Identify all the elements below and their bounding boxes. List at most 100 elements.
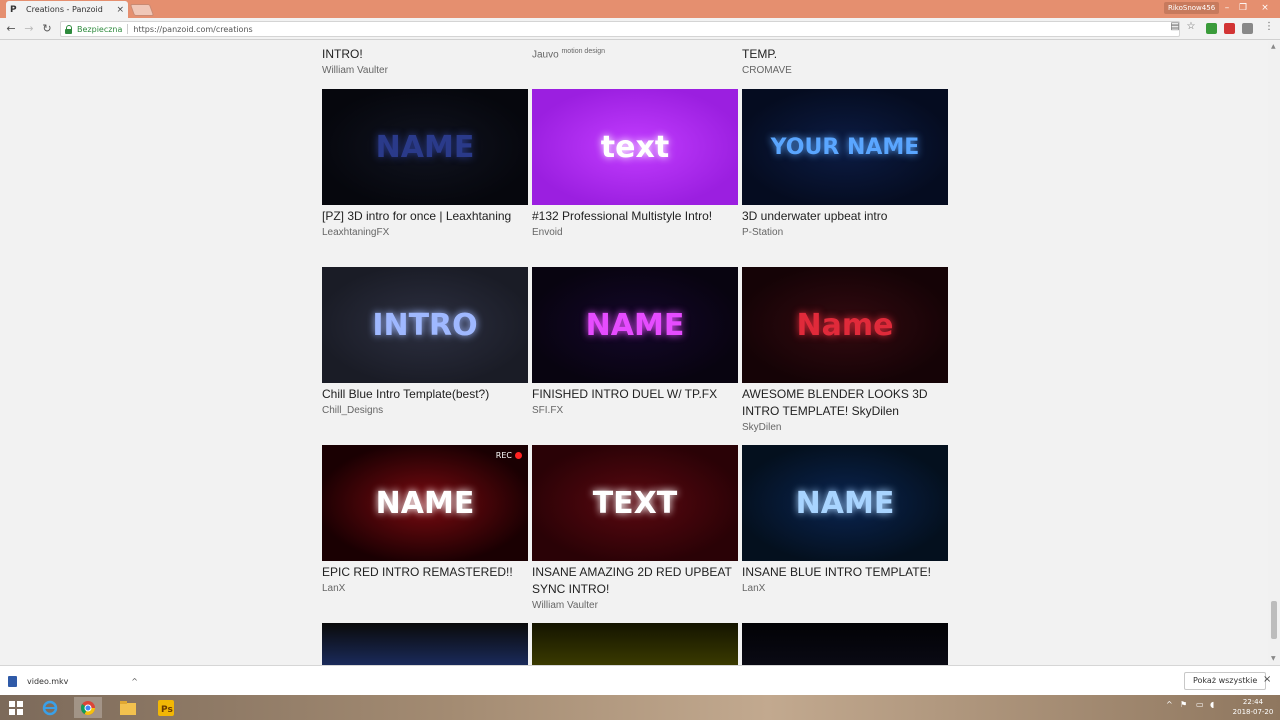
secure-label: Bezpieczna xyxy=(77,24,123,34)
download-bar: video.mkv ^ Pokaż wszystkie × xyxy=(0,665,1280,695)
thumbnail-text: NAME xyxy=(585,307,685,343)
card-title[interactable]: INTRO! xyxy=(322,46,528,63)
creation-card[interactable]: NAME REC EPIC RED INTRO REMASTERED!! LanX xyxy=(322,445,528,596)
creation-card[interactable]: NAME [PZ] 3D intro for once | Leaxhtaning… xyxy=(322,89,528,240)
scroll-down-icon[interactable]: ▼ xyxy=(1271,655,1276,662)
browser-titlebar: P Creations - Panzoid × RikoSnow456 – ❐ … xyxy=(0,0,1280,18)
tray-flag-icon[interactable]: ⚑ xyxy=(1180,700,1187,709)
card-author[interactable]: LeaxhtaningFX xyxy=(322,226,528,240)
creation-thumbnail[interactable]: NAME REC xyxy=(322,445,528,561)
creation-card[interactable]: Name AWESOME BLENDER LOOKS 3D INTRO TEMPL… xyxy=(742,267,948,435)
thumbnail-text: NAME xyxy=(375,485,475,521)
tray-network-icon[interactable]: ▭ xyxy=(1196,700,1204,709)
address-bar[interactable]: Bezpieczna https://panzoid.com/creations xyxy=(60,21,1180,37)
scroll-up-icon[interactable]: ▲ xyxy=(1271,43,1276,50)
menu-dots-icon[interactable]: ⋮ xyxy=(1262,21,1276,32)
creation-card[interactable]: NAME INSANE BLUE INTRO TEMPLATE! LanX xyxy=(742,445,948,596)
card-title[interactable]: AWESOME BLENDER LOOKS 3D INTRO TEMPLATE!… xyxy=(742,386,948,420)
forward-arrow-icon[interactable]: → xyxy=(22,22,36,36)
profile-chip[interactable]: RikoSnow456 xyxy=(1164,2,1220,14)
close-window-button[interactable]: × xyxy=(1258,2,1272,14)
thumbnail-text: Name xyxy=(796,307,894,343)
creation-thumbnail[interactable]: INTRO xyxy=(322,267,528,383)
chrome-icon[interactable] xyxy=(74,697,102,718)
url-text[interactable]: https://panzoid.com/creations xyxy=(133,25,252,34)
card-title[interactable]: [PZ] 3D intro for once | Leaxhtaning xyxy=(322,208,528,225)
photoshop-icon[interactable]: Ps xyxy=(152,697,180,718)
translate-icon[interactable]: ▤ xyxy=(1168,21,1182,32)
thumbnail-text: NAME xyxy=(795,485,895,521)
creation-thumbnail[interactable]: YOUR NAME xyxy=(742,89,948,205)
download-file-name[interactable]: video.mkv xyxy=(27,677,131,686)
internet-explorer-icon[interactable] xyxy=(36,697,64,718)
creation-card[interactable]: TEXT INSANE AMAZING 2D RED UPBEAT SYNC IN… xyxy=(532,445,738,613)
card-author[interactable]: CROMAVE xyxy=(742,64,948,78)
card-author[interactable]: William Vaulter xyxy=(532,599,738,613)
card-title[interactable]: FINISHED INTRO DUEL W/ TP.FX xyxy=(532,386,738,403)
creation-card[interactable]: text #132 Professional Multistyle Intro! E… xyxy=(532,89,738,240)
card-author[interactable]: P-Station xyxy=(742,226,948,240)
card-title[interactable]: 3D underwater upbeat intro xyxy=(742,208,948,225)
show-all-downloads-button[interactable]: Pokaż wszystkie xyxy=(1184,672,1267,690)
file-explorer-icon[interactable] xyxy=(114,697,142,718)
card-author[interactable]: William Vaulter xyxy=(322,64,528,78)
extension-green-icon[interactable] xyxy=(1206,23,1217,34)
creation-thumbnail[interactable] xyxy=(532,623,738,665)
creation-card[interactable]: YOUR NAME 3D underwater upbeat intro P-Sta… xyxy=(742,89,948,240)
card-partial-2[interactable]: Jauvo motion design xyxy=(532,43,738,62)
close-download-bar-icon[interactable]: × xyxy=(1263,674,1271,685)
card-author-name[interactable]: Jauvo xyxy=(532,49,559,60)
creation-thumbnail[interactable] xyxy=(322,623,528,665)
maximize-button[interactable]: ❐ xyxy=(1236,2,1250,14)
extension-red-icon[interactable] xyxy=(1224,23,1235,34)
creation-thumbnail[interactable]: TEXT xyxy=(532,445,738,561)
card-title[interactable]: Chill Blue Intro Template(best?) xyxy=(322,386,528,403)
card-title[interactable]: TEMP. xyxy=(742,46,948,63)
browser-toolbar: ← → ↻ Bezpieczna https://panzoid.com/cre… xyxy=(0,18,1280,40)
download-item[interactable]: video.mkv ^ xyxy=(8,672,138,690)
bookmark-star-icon[interactable]: ☆ xyxy=(1184,21,1198,32)
creation-thumbnail[interactable]: NAME xyxy=(322,89,528,205)
card-author[interactable]: SFI.FX xyxy=(532,404,738,418)
card-title[interactable]: INSANE AMAZING 2D RED UPBEAT SYNC INTRO! xyxy=(532,564,738,598)
back-arrow-icon[interactable]: ← xyxy=(4,22,18,36)
thumbnail-text: text xyxy=(600,129,670,165)
creation-card[interactable]: INTRO Chill Blue Intro Template(best?) Chi… xyxy=(322,267,528,418)
rec-dot-icon xyxy=(515,452,522,459)
video-file-icon xyxy=(8,675,17,687)
card-author[interactable]: Envoid xyxy=(532,226,738,240)
thumbnail-text: TEXT xyxy=(592,485,678,521)
card-title[interactable]: #132 Professional Multistyle Intro! xyxy=(532,208,738,225)
card-author[interactable]: SkyDilen xyxy=(742,421,948,435)
windows-start-icon[interactable] xyxy=(2,697,30,718)
thumbnail-text: INTRO xyxy=(372,307,478,343)
card-author[interactable]: Chill_Designs xyxy=(322,404,528,418)
card-title[interactable]: EPIC RED INTRO REMASTERED!! xyxy=(322,564,528,581)
creation-thumbnail[interactable]: NAME xyxy=(532,267,738,383)
creation-thumbnail[interactable]: NAME xyxy=(742,445,948,561)
card-title[interactable]: INSANE BLUE INTRO TEMPLATE! xyxy=(742,564,948,581)
browser-tab[interactable]: P Creations - Panzoid × xyxy=(6,1,128,18)
taskbar-clock[interactable]: 22:44 2018-07-20 xyxy=(1228,697,1278,717)
creation-card[interactable]: NAME FINISHED INTRO DUEL W/ TP.FX SFI.FX xyxy=(532,267,738,418)
tab-close-icon[interactable]: × xyxy=(116,5,124,15)
card-partial-3[interactable]: TEMP. CROMAVE xyxy=(742,43,948,78)
creation-thumbnail[interactable] xyxy=(742,623,948,665)
panzoid-favicon-icon: P xyxy=(10,4,17,15)
chevron-up-icon[interactable]: ^ xyxy=(131,677,138,686)
scrollbar-thumb[interactable] xyxy=(1271,601,1277,639)
tray-volume-icon[interactable]: ◖ xyxy=(1210,700,1214,709)
extension-gray-icon[interactable] xyxy=(1242,23,1253,34)
card-author[interactable]: LanX xyxy=(322,582,528,596)
creation-thumbnail[interactable]: text xyxy=(532,89,738,205)
tray-chevron-icon[interactable]: ^ xyxy=(1166,700,1173,709)
new-tab-button[interactable] xyxy=(129,4,155,16)
card-author[interactable]: Jauvo motion design xyxy=(532,45,738,62)
clock-date: 2018-07-20 xyxy=(1232,708,1274,716)
card-author[interactable]: LanX xyxy=(742,582,948,596)
minimize-button[interactable]: – xyxy=(1220,2,1234,14)
card-partial-1[interactable]: INTRO! William Vaulter xyxy=(322,43,528,78)
reload-icon[interactable]: ↻ xyxy=(40,22,54,36)
page-scrollbar[interactable]: ▲ ▼ xyxy=(1268,41,1280,665)
creation-thumbnail[interactable]: Name xyxy=(742,267,948,383)
